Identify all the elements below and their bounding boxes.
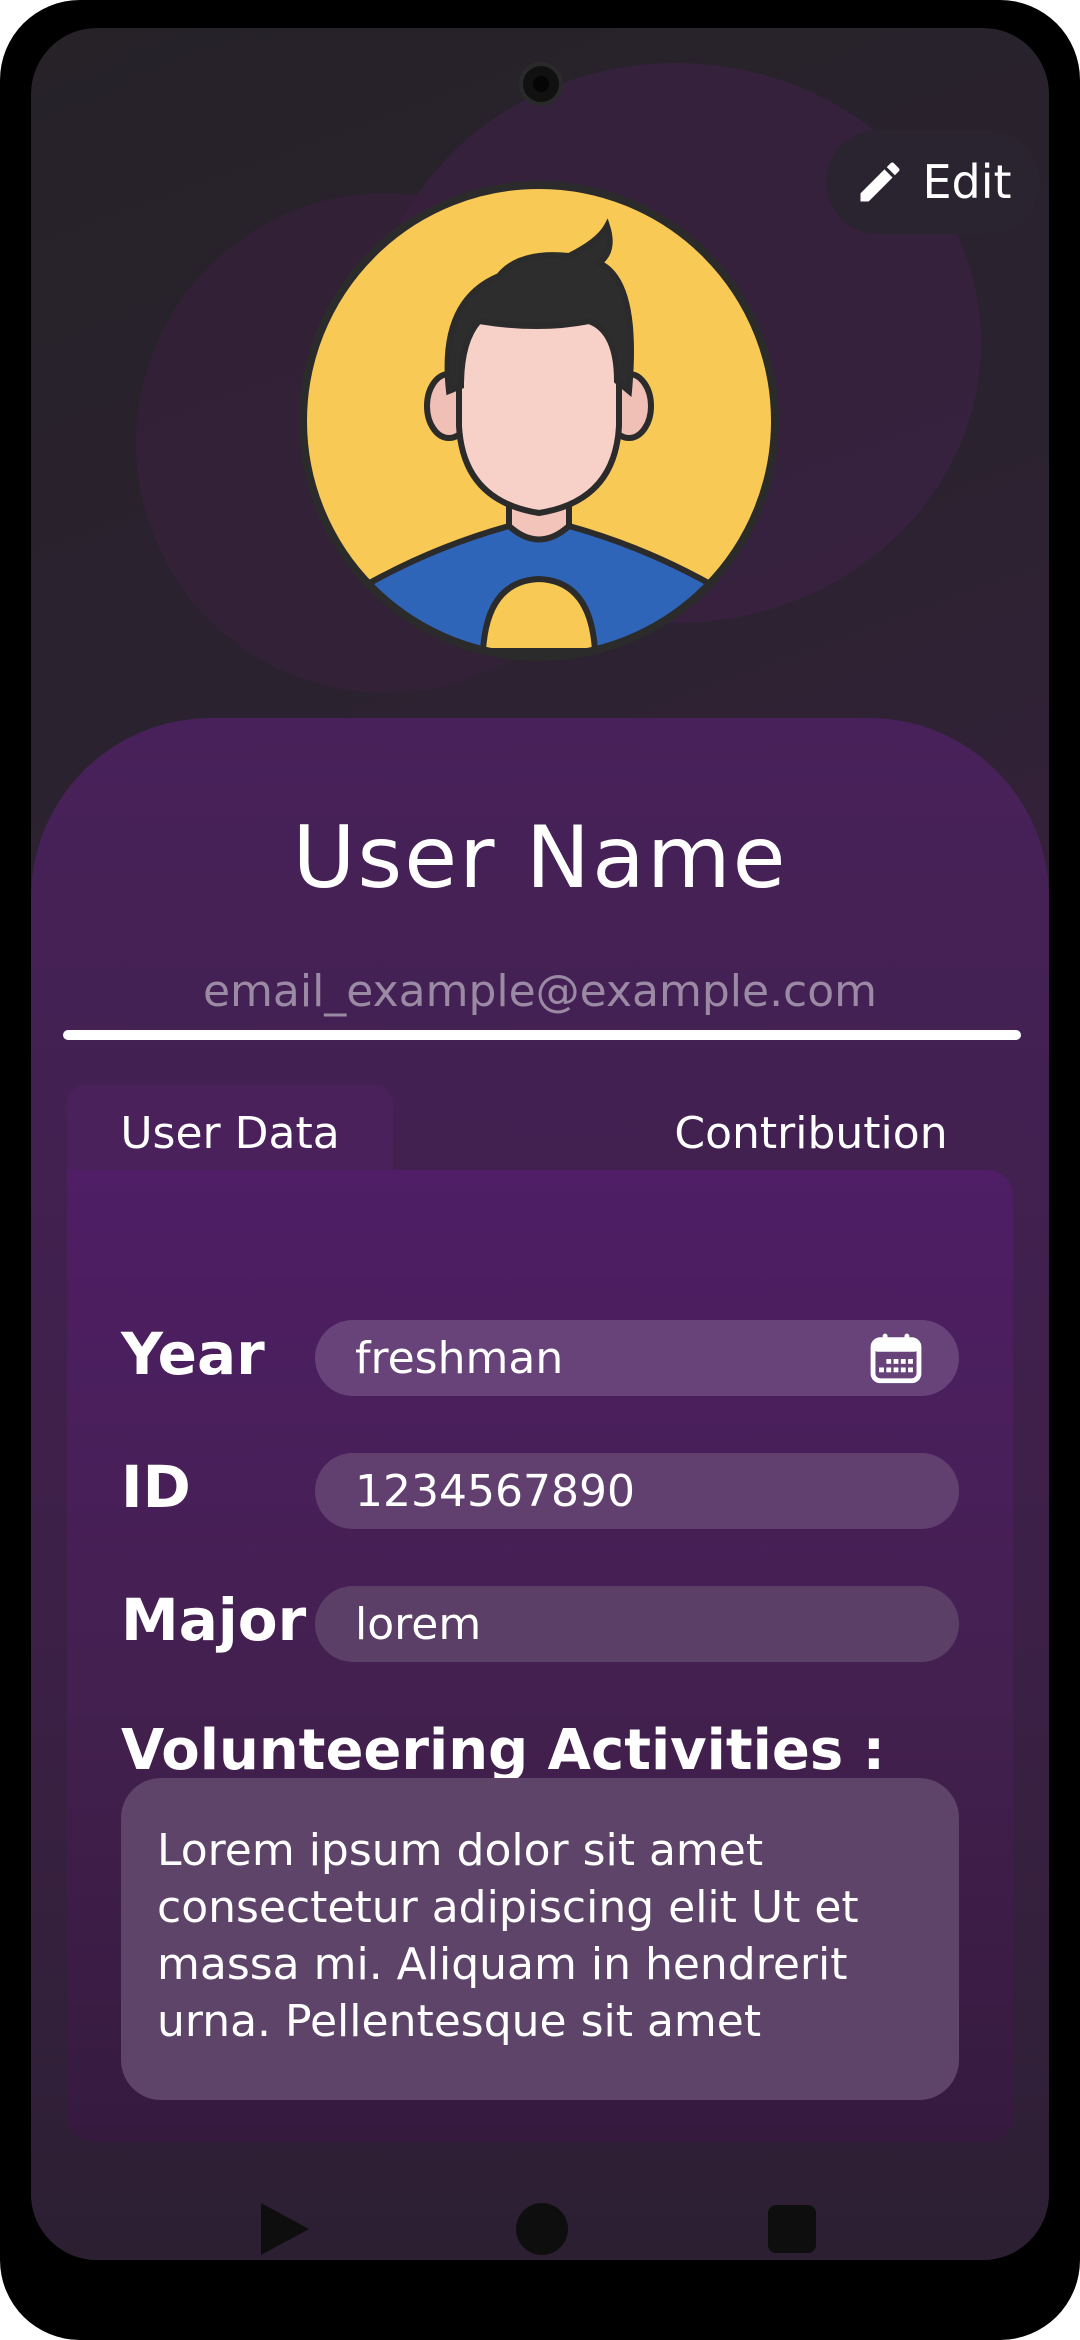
id-value: 1234567890 xyxy=(355,1465,635,1517)
year-field[interactable]: freshman xyxy=(315,1320,959,1396)
front-camera xyxy=(519,62,563,106)
major-field[interactable]: lorem xyxy=(315,1586,959,1662)
volunteering-textarea[interactable]: Lorem ipsum dolor sit amet consectetur a… xyxy=(121,1778,959,2100)
divider xyxy=(63,1030,1021,1040)
tab-user-data[interactable]: User Data xyxy=(67,1085,393,1181)
major-value: lorem xyxy=(355,1598,482,1650)
nav-home-icon[interactable] xyxy=(516,2203,568,2255)
phone-frame: Edit User Name email_example@example.com… xyxy=(0,0,1080,2340)
system-nav-bar xyxy=(31,2173,1049,2260)
edit-profile-button[interactable]: Edit xyxy=(826,130,1040,234)
id-label: ID xyxy=(121,1453,191,1521)
app-screen: Edit User Name email_example@example.com… xyxy=(31,28,1049,2260)
nav-recent-icon[interactable] xyxy=(768,2205,816,2253)
tab-contribution[interactable]: Contribution xyxy=(631,1085,991,1181)
avatar[interactable] xyxy=(299,181,779,661)
user-email: email_example@example.com xyxy=(202,966,878,1017)
year-label: Year xyxy=(121,1320,265,1388)
major-label: Major xyxy=(121,1586,307,1654)
calendar-icon[interactable] xyxy=(867,1330,925,1388)
year-value: freshman xyxy=(355,1332,564,1384)
id-field[interactable]: 1234567890 xyxy=(315,1453,959,1529)
edit-button-label: Edit xyxy=(922,155,1012,209)
user-name: User Name xyxy=(292,808,788,908)
pencil-icon xyxy=(860,162,900,202)
nav-back-icon[interactable] xyxy=(261,2203,309,2255)
volunteering-title: Volunteering Activities : xyxy=(121,1718,886,1783)
